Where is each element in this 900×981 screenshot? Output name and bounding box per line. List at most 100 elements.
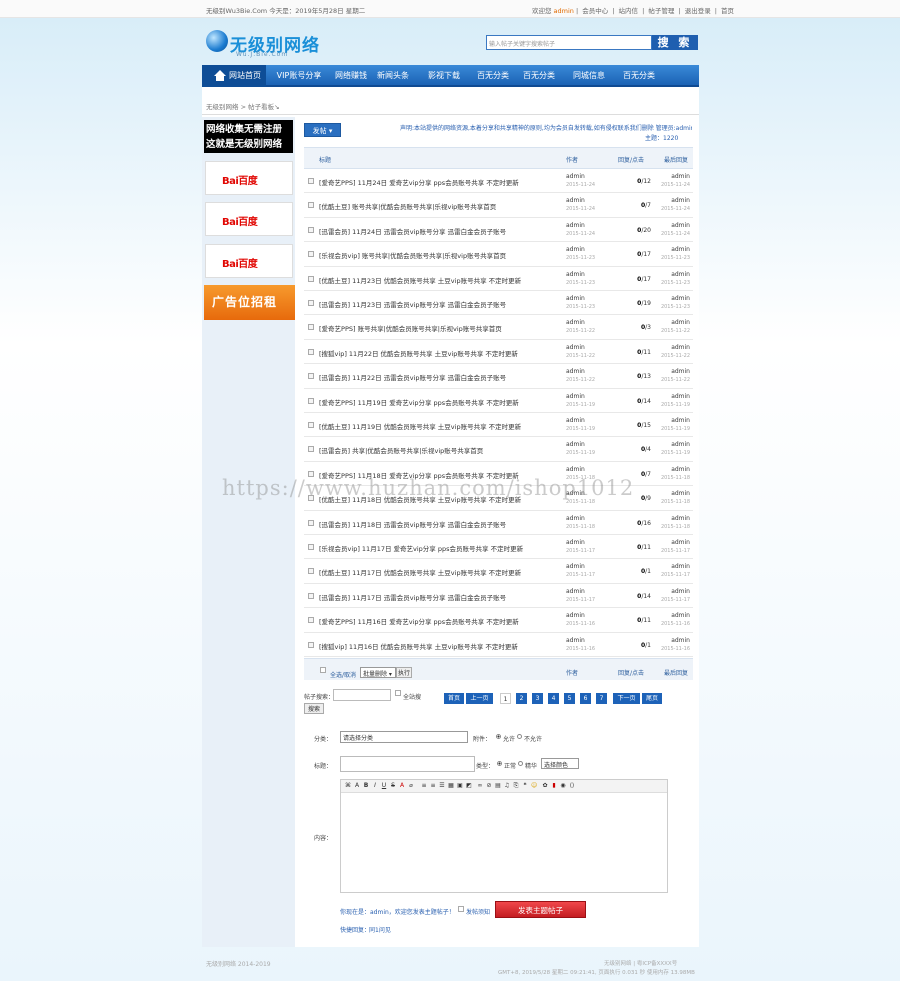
logout-link[interactable]: 退出登录 (685, 7, 711, 15)
align-center-icon[interactable]: ≡ (430, 783, 436, 789)
last-reply-user[interactable]: admin (664, 637, 690, 644)
thread-author[interactable]: admin (566, 417, 585, 424)
username-link[interactable]: admin (554, 7, 574, 15)
sidebar-ad-banner[interactable]: 网络收集无需注册 这就是无级别网络 (204, 120, 293, 153)
page-number[interactable]: 4 (548, 693, 559, 704)
thread-title-link[interactable]: [迅雷会员] 共享|优酷会员账号共享|乐视vip账号共享首页 (319, 445, 564, 455)
code-icon[interactable]: ▤ (495, 783, 501, 789)
thread-title-link[interactable]: [优酷土豆] 账号共享|优酷会员账号共享|乐视vip账号共享首页 (319, 201, 564, 211)
nav-category-1[interactable]: 百无分类 (472, 65, 514, 87)
category-select[interactable]: 请选择分类 (340, 731, 468, 743)
table-row[interactable]: [爱奇艺PPS] 账号共享|优酷会员账号共享|乐视vip账号共享首页 admin 2… (304, 315, 693, 340)
table-row[interactable]: [优酷土豆] 11月19日 优酷会员账号共享 土豆vip账号共享 不定时更新 ad… (304, 413, 693, 438)
breadcrumb[interactable]: 无级别网络 > 帖子看板↘ (206, 101, 280, 111)
select-all-label[interactable]: 全选/取消 (330, 670, 356, 679)
strike-icon[interactable]: S (390, 783, 396, 789)
emoji-icon[interactable]: ✿ (542, 783, 548, 789)
thread-title-link[interactable]: [迅雷会员] 11月22日 迅雷会员vip账号分享 迅雷白金会员子账号 (319, 372, 564, 382)
select-all-checkbox[interactable] (320, 667, 326, 673)
last-reply-user[interactable]: admin (664, 319, 690, 326)
attach-icon[interactable]: ⎘ (513, 783, 519, 789)
type-normal-radio[interactable] (497, 761, 502, 766)
thread-author[interactable]: admin (566, 515, 585, 522)
thread-title-link[interactable]: [爱奇艺PPS] 11月24日 爱奇艺vip分享 pps会员账号共享 不定时更新 (319, 177, 564, 187)
type-digest-radio[interactable] (518, 761, 523, 766)
preview-icon[interactable]: ◉ (560, 783, 566, 789)
quote-icon[interactable]: ❝ (522, 783, 528, 789)
list-icon[interactable]: ☰ (439, 783, 445, 789)
table-row[interactable]: [搜狐vip] 11月22日 优酷会员账号共享 土豆vip账号共享 不定时更新 a… (304, 339, 693, 365)
last-reply-user[interactable]: admin (664, 393, 690, 400)
thread-author[interactable]: admin (566, 368, 585, 375)
font-color-icon[interactable]: A (399, 783, 405, 789)
thread-author[interactable]: admin (566, 612, 585, 619)
thread-author[interactable]: admin (566, 319, 585, 326)
last-reply-user[interactable]: admin (664, 539, 690, 546)
last-reply-user[interactable]: admin (664, 612, 690, 619)
content-editor[interactable] (340, 779, 668, 893)
nav-movies[interactable]: 影视下载 (416, 65, 472, 87)
agree-label[interactable]: 发帖须知 (466, 907, 490, 916)
table-icon[interactable]: ▦ (448, 783, 454, 789)
thread-author[interactable]: admin (566, 246, 585, 253)
thread-author[interactable]: admin (566, 563, 585, 570)
thread-title-link[interactable]: [搜狐vip] 11月16日 优酷会员账号共享 土豆vip账号共享 不定时更新 (319, 641, 564, 651)
table-row[interactable]: [迅雷会员] 11月17日 迅雷会员vip账号分享 迅雷白金会员子账号 admin… (304, 583, 693, 609)
last-reply-user[interactable]: admin (664, 368, 690, 375)
last-reply-user[interactable]: admin (664, 197, 690, 204)
last-reply-user[interactable]: admin (664, 515, 690, 522)
last-reply-user[interactable]: admin (664, 466, 690, 473)
thread-author[interactable]: admin (566, 588, 585, 595)
ad-rent-banner[interactable]: 广告位招租 (204, 285, 295, 320)
next-page-button[interactable]: 下一页 (613, 693, 640, 704)
attach-deny-radio[interactable] (517, 734, 522, 739)
nav-make-money[interactable]: 网络赚钱 (332, 65, 370, 87)
last-reply-user[interactable]: admin (664, 441, 690, 448)
thread-title-link[interactable]: [爱奇艺PPS] 账号共享|优酷会员账号共享|乐视vip账号共享首页 (319, 323, 564, 333)
thread-title-link[interactable]: [优酷土豆] 11月23日 优酷会员账号共享 土豆vip账号共享 不定时更新 (319, 275, 564, 285)
nav-category-3[interactable]: 百无分类 (614, 65, 664, 87)
page-number[interactable]: 1 (500, 693, 511, 704)
table-row[interactable]: [搜狐vip] 11月16日 优酷会员账号共享 土豆vip账号共享 不定时更新 a… (304, 632, 693, 657)
table-row[interactable]: [优酷土豆] 11月17日 优酷会员账号共享 土豆vip账号共享 不定时更新 ad… (304, 559, 693, 584)
batch-action-select[interactable]: 批量删除 ▾ (360, 667, 396, 678)
color-select[interactable]: 选择颜色 (541, 758, 579, 769)
thread-title-link[interactable]: [乐视会员vip] 账号共享|优酷会员账号共享|乐视vip账号共享首页 (319, 250, 564, 260)
thread-author[interactable]: admin (566, 466, 585, 473)
last-reply-user[interactable]: admin (664, 173, 690, 180)
flash-icon[interactable]: ◩ (466, 783, 472, 789)
last-reply-user[interactable]: admin (664, 295, 690, 302)
baidu-link[interactable]: Bai百度 (205, 202, 293, 236)
post-search-button[interactable]: 搜索 (304, 703, 324, 714)
posts-manage-link[interactable]: 帖子管理 (648, 7, 674, 15)
member-center-link[interactable]: 会员中心 (582, 7, 608, 15)
agree-checkbox[interactable] (458, 906, 464, 912)
last-reply-user[interactable]: admin (664, 490, 690, 497)
table-row[interactable]: [爱奇艺PPS] 11月24日 爱奇艺vip分享 pps会员账号共享 不定时更新… (304, 169, 693, 194)
smiley-icon[interactable]: ☺ (531, 783, 537, 789)
last-reply-user[interactable]: admin (664, 271, 690, 278)
title-input[interactable] (340, 756, 475, 772)
table-row[interactable]: [乐视会员vip] 账号共享|优酷会员账号共享|乐视vip账号共享首页 admin… (304, 242, 693, 267)
thread-author[interactable]: admin (566, 441, 585, 448)
nav-home[interactable]: 网站首页 (202, 65, 266, 87)
execute-button[interactable]: 执行 (396, 667, 412, 678)
thread-title-link[interactable]: [迅雷会员] 11月24日 迅雷会员vip账号分享 迅雷白金会员子账号 (319, 226, 564, 236)
quick-reply-value[interactable]: 同1问见 (369, 925, 391, 934)
post-search-input[interactable] (333, 689, 391, 701)
thread-author[interactable]: admin (566, 271, 585, 278)
first-page-button[interactable]: 首页 (444, 693, 464, 704)
thread-title-link[interactable]: [优酷土豆] 11月17日 优酷会员账号共享 土豆vip账号共享 不定时更新 (319, 567, 564, 577)
table-row[interactable]: [迅雷会员] 11月22日 迅雷会员vip账号分享 迅雷白金会员子账号 admin… (304, 364, 693, 389)
last-reply-user[interactable]: admin (664, 563, 690, 570)
new-post-button[interactable]: 发帖 ▾ (304, 123, 341, 137)
thread-author[interactable]: admin (566, 295, 585, 302)
italic-icon[interactable]: I (372, 783, 378, 789)
page-number[interactable]: 6 (580, 693, 591, 704)
attach-allow-radio[interactable] (496, 734, 501, 739)
site-logo[interactable]: 无级别网络 Wu.J.Bie.Com (206, 28, 336, 60)
table-row[interactable]: [优酷土豆] 账号共享|优酷会员账号共享|乐视vip账号共享首页 admin 201… (304, 193, 693, 218)
table-row[interactable]: [迅雷会员] 11月24日 迅雷会员vip账号分享 迅雷白金会员子账号 admin… (304, 217, 693, 243)
clear-format-icon[interactable]: ⌀ (408, 783, 414, 789)
thread-title-link[interactable]: [迅雷会员] 11月17日 迅雷会员vip账号分享 迅雷白金会员子账号 (319, 592, 564, 602)
